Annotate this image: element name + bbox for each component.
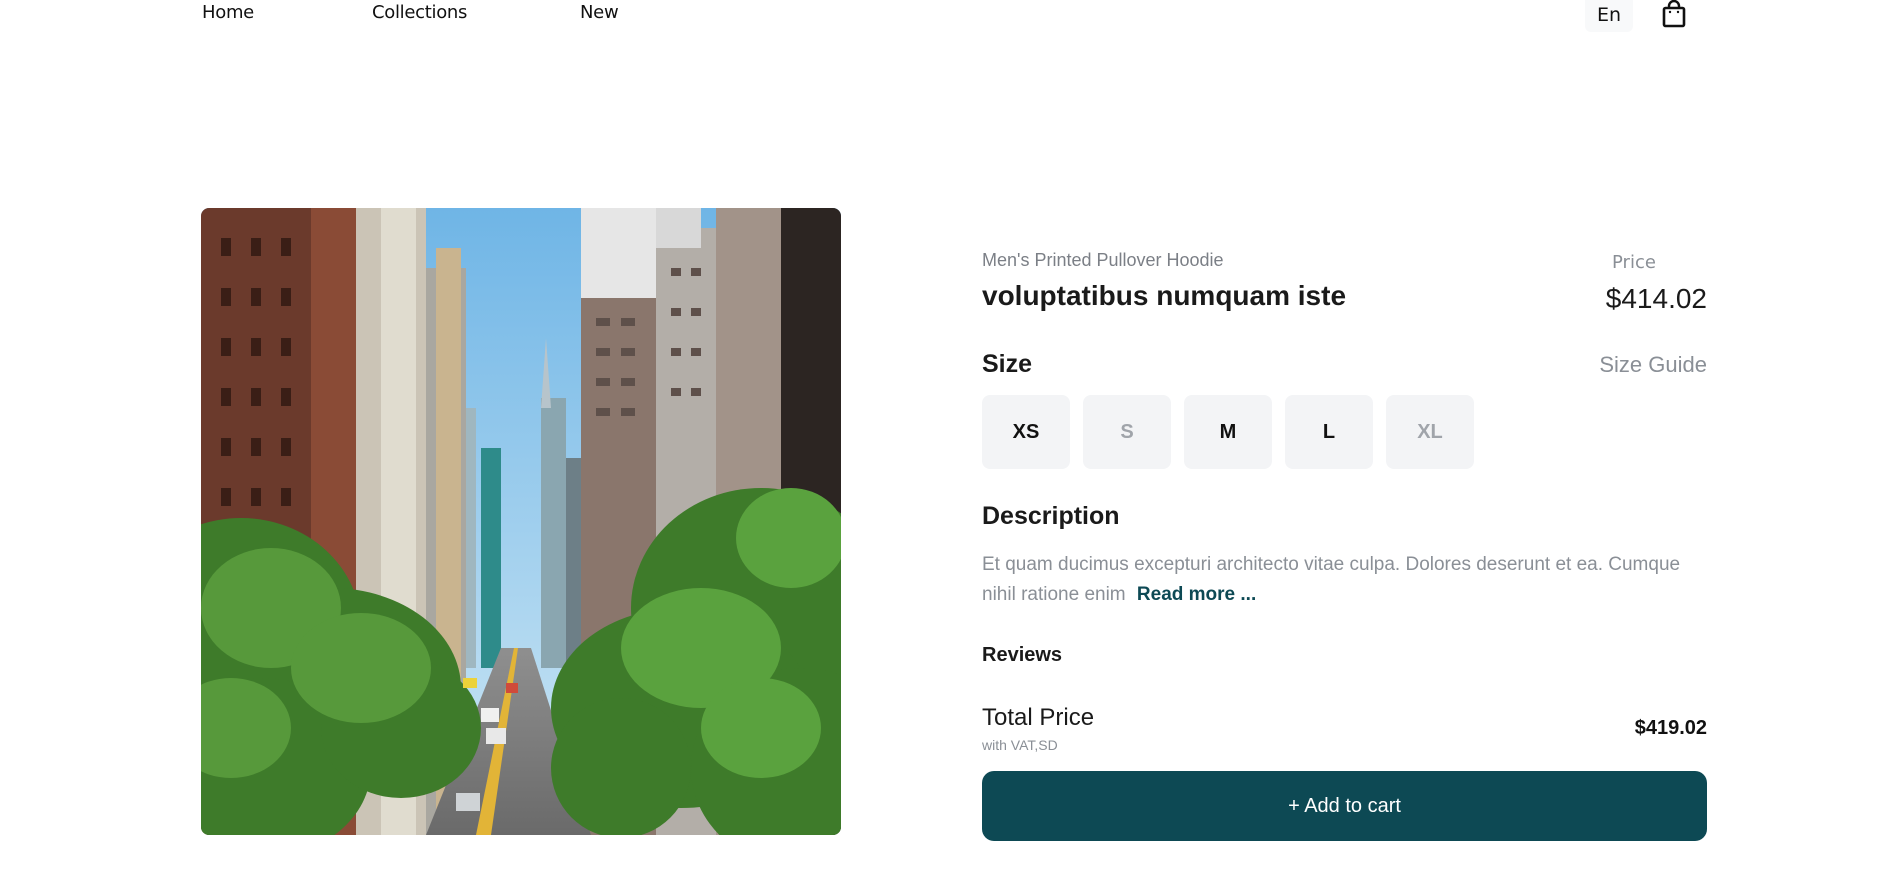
size-option-xs[interactable]: XS <box>982 395 1070 469</box>
language-selector[interactable]: En <box>1585 0 1633 32</box>
product-price: $414.02 <box>1605 283 1707 314</box>
nav-home-link[interactable]: Home <box>202 2 254 23</box>
nav-new-link[interactable]: New <box>580 2 619 23</box>
product-image <box>201 208 841 835</box>
top-nav: Home Collections New En <box>0 0 1897 40</box>
reviews-heading[interactable]: Reviews <box>982 644 1062 667</box>
read-more-link[interactable]: Read more ... <box>1137 584 1256 605</box>
size-guide-link[interactable]: Size Guide <box>1599 352 1707 378</box>
add-to-cart-button[interactable]: + Add to cart <box>982 771 1707 841</box>
total-price-label: Total Price <box>982 704 1095 731</box>
price-label: Price <box>1612 252 1656 273</box>
description-text: Et quam ducimus excepturi architecto vit… <box>982 550 1712 610</box>
description-heading: Description <box>982 502 1120 530</box>
shopping-bag-icon[interactable] <box>1661 0 1687 28</box>
total-price-note: with VAT,SD <box>982 737 1058 753</box>
size-option-m[interactable]: M <box>1184 395 1272 469</box>
size-options: XS S M L XL <box>982 395 1474 469</box>
product-subtitle: Men's Printed Pullover Hoodie <box>982 250 1224 270</box>
size-heading: Size <box>982 350 1033 378</box>
size-option-l[interactable]: L <box>1285 395 1373 469</box>
total-price-value: $419.02 <box>1634 717 1707 739</box>
nav-collections-link[interactable]: Collections <box>372 2 467 23</box>
size-option-xl[interactable]: XL <box>1386 395 1474 469</box>
size-option-s[interactable]: S <box>1083 395 1171 469</box>
product-title: voluptatibus numquam iste <box>982 280 1347 311</box>
description-body: Et quam ducimus excepturi architecto vit… <box>982 554 1681 605</box>
